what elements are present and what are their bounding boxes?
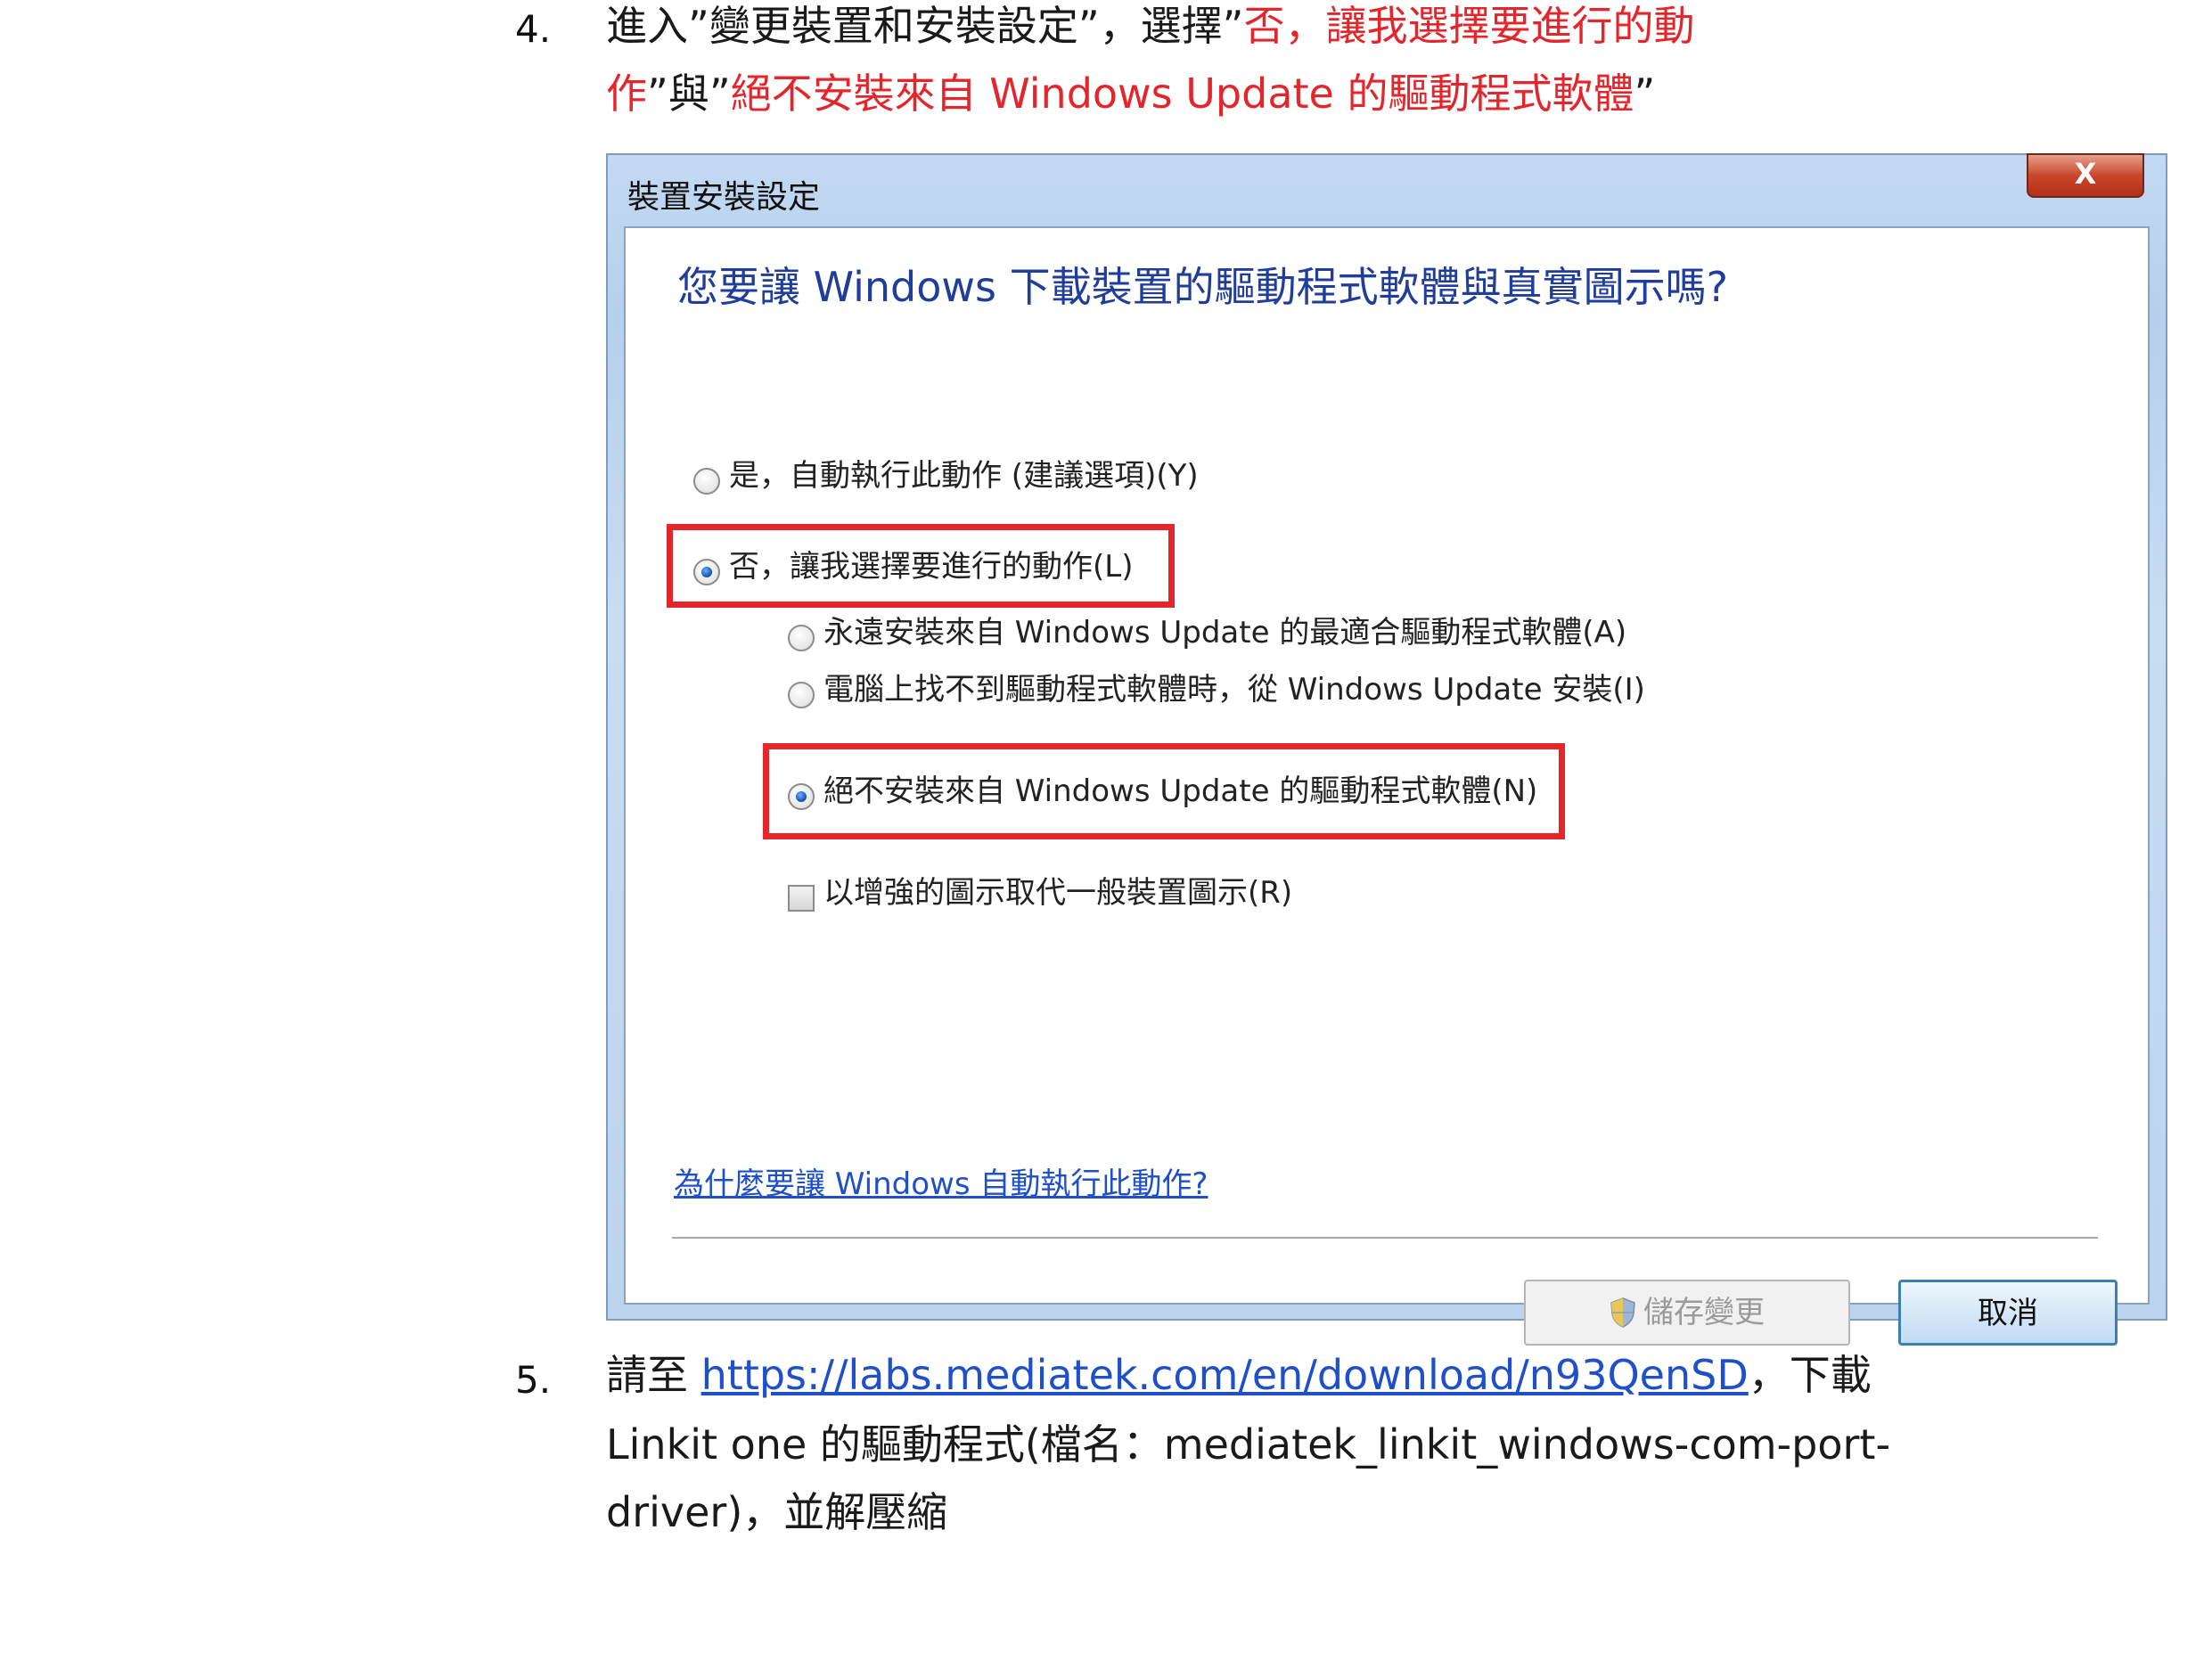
- sub-option-when-missing[interactable]: 電腦上找不到驅動程式軟體時，從 Windows Update 安裝(I): [788, 665, 1645, 708]
- option-no-label: 否，讓我選擇要進行的動作(L): [729, 549, 1134, 585]
- dialog-title: 裝置安裝設定: [627, 179, 821, 216]
- download-url-link[interactable]: https://labs.mediatek.com/en/download/n9…: [701, 1351, 1749, 1399]
- device-installation-settings-dialog: 裝置安裝設定 X 您要讓 Windows 下載裝置的驅動程式軟體與真實圖示嗎? …: [606, 153, 2167, 1346]
- checkbox-icons-label: 以增強的圖示取代一般裝置圖示(R): [823, 875, 1293, 911]
- step-4-red-text: 否，讓我選擇要進行的動: [1243, 2, 1695, 50]
- step-4-end-quote: ”: [1634, 70, 1656, 118]
- sub-option-always-label: 永遠安裝來自 Windows Update 的最適合驅動程式軟體(A): [823, 615, 1627, 650]
- checkbox-icons[interactable]: [788, 884, 815, 912]
- step-4-line-1: 進入”變更裝置和安裝設定”，選擇”否，讓我選擇要進行的動: [606, 5, 1695, 46]
- step-4-line-2: 作”與”絕不安裝來自 Windows Update 的驅動程式軟體”: [606, 73, 1655, 114]
- radio-yes[interactable]: [693, 467, 720, 495]
- close-button[interactable]: X: [2027, 153, 2144, 198]
- step-4-text: 進入”變更裝置和安裝設定”，選擇”: [606, 2, 1244, 50]
- step-4-red-text-2: 作: [606, 70, 647, 118]
- cancel-button[interactable]: 取消: [1898, 1280, 2118, 1346]
- step-5-suffix: ，下載: [1748, 1351, 1872, 1399]
- radio-when-missing[interactable]: [788, 681, 815, 708]
- step-4-number: 4.: [515, 7, 552, 51]
- option-no[interactable]: 否，讓我選擇要進行的動作(L): [693, 542, 1133, 585]
- save-changes-button[interactable]: 儲存變更: [1524, 1280, 1850, 1346]
- option-yes[interactable]: 是，自動執行此動作 (建議選項)(Y): [693, 451, 1199, 495]
- uac-shield-icon: [1610, 1297, 1635, 1328]
- sub-option-when-missing-label: 電腦上找不到驅動程式軟體時，從 Windows Update 安裝(I): [823, 672, 1645, 708]
- step-4-red-text-3: 絕不安裝來自 Windows Update 的驅動程式軟體: [730, 70, 1634, 118]
- radio-no[interactable]: [693, 558, 720, 585]
- step-5-line-1: 請至 https://labs.mediatek.com/en/download…: [606, 1354, 1872, 1395]
- dialog-body: 您要讓 Windows 下載裝置的驅動程式軟體與真實圖示嗎? 是，自動執行此動作…: [624, 226, 2150, 1346]
- checkbox-enhanced-icons[interactable]: 以增強的圖示取代一般裝置圖示(R): [788, 868, 1292, 912]
- radio-always[interactable]: [788, 624, 815, 651]
- step-5-line-2: Linkit one 的驅動程式(檔名：mediatek_linkit_wind…: [606, 1420, 1891, 1469]
- step-5-prefix: 請至: [606, 1351, 701, 1399]
- help-link[interactable]: 為什麼要讓 Windows 自動執行此動作?: [674, 1159, 1208, 1203]
- sub-option-never[interactable]: 絕不安裝來自 Windows Update 的驅動程式軟體(N): [788, 766, 1537, 810]
- sub-option-always[interactable]: 永遠安裝來自 Windows Update 的最適合驅動程式軟體(A): [788, 608, 1626, 651]
- footer-divider: [672, 1237, 2098, 1239]
- option-yes-label: 是，自動執行此動作 (建議選項)(Y): [729, 458, 1199, 494]
- save-changes-label: 儲存變更: [1643, 1295, 1765, 1330]
- radio-never[interactable]: [788, 782, 815, 810]
- step-4-connector: ”與”: [647, 70, 731, 118]
- dialog-question: 您要讓 Windows 下載裝置的驅動程式軟體與真實圖示嗎?: [677, 263, 1728, 311]
- step-5-number: 5.: [515, 1358, 552, 1402]
- sub-option-never-label: 絕不安裝來自 Windows Update 的驅動程式軟體(N): [823, 773, 1538, 809]
- step-5-line-3: driver)，並解壓縮: [606, 1488, 948, 1536]
